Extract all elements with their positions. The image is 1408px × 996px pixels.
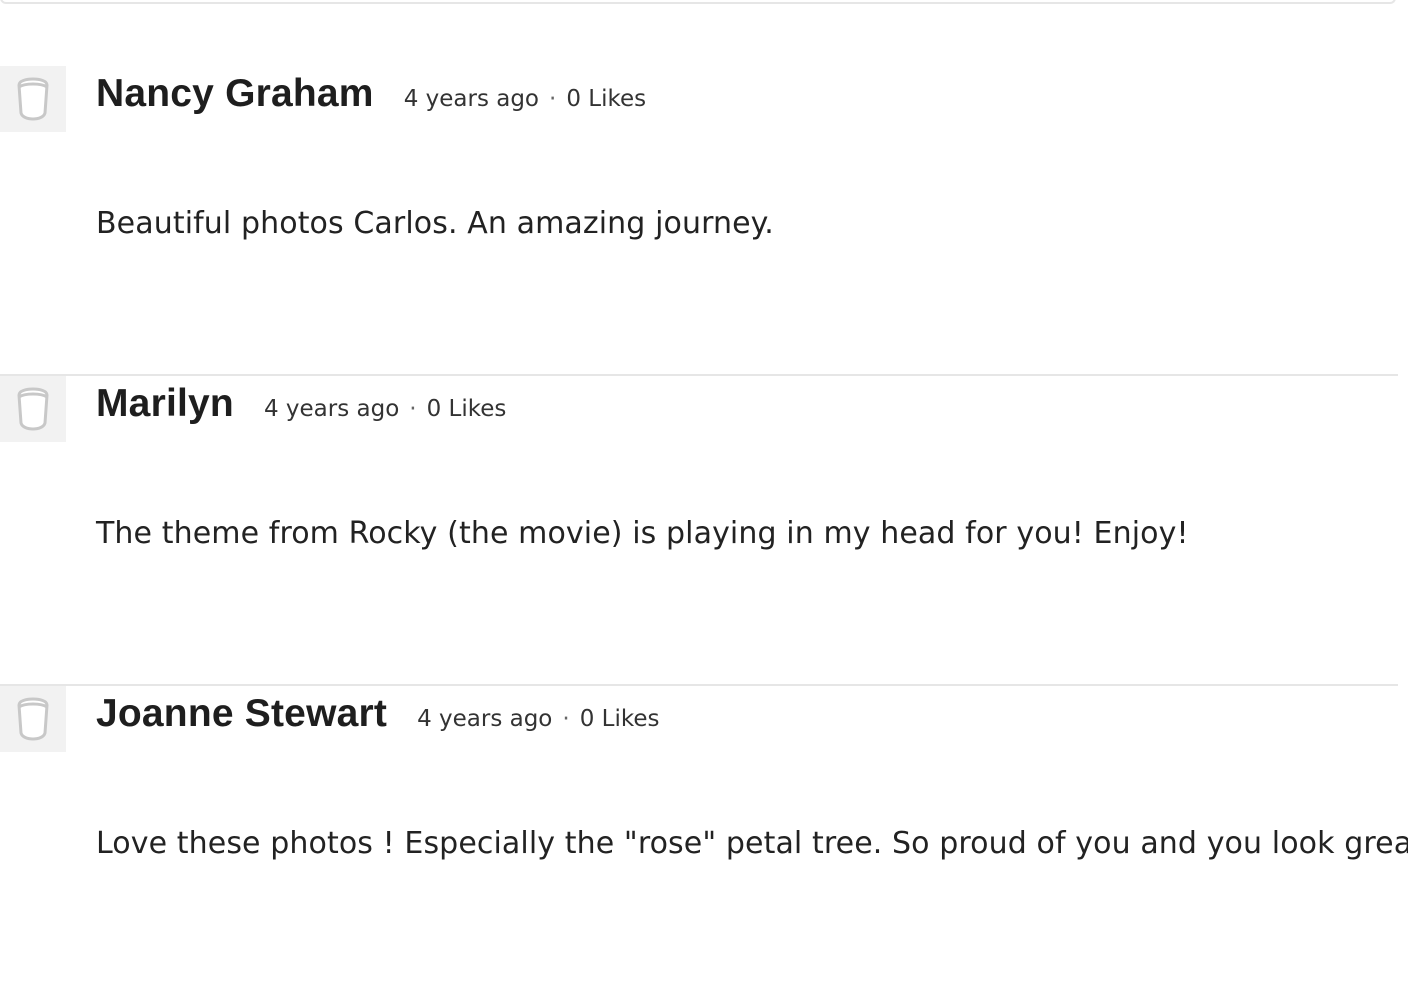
- comment-text: The theme from Rocky (the movie) is play…: [96, 516, 1189, 551]
- comment-meta: 4 years ago · 0 Likes: [417, 706, 659, 732]
- likes-count[interactable]: 0 Likes: [566, 86, 646, 112]
- avatar[interactable]: [0, 66, 66, 132]
- comment-item: Marilyn 4 years ago · 0 Likes The theme …: [0, 376, 1398, 686]
- meta-separator: ·: [409, 396, 417, 422]
- comment-item: Nancy Graham 4 years ago · 0 Likes Beaut…: [0, 66, 1398, 376]
- comment-timestamp[interactable]: 4 years ago: [417, 706, 552, 732]
- previous-section-border: [0, 0, 1396, 4]
- comment-item: Joanne Stewart 4 years ago · 0 Likes Lov…: [0, 686, 1408, 996]
- comment-author[interactable]: Joanne Stewart: [96, 692, 387, 736]
- default-avatar-icon: [17, 387, 49, 431]
- comment-meta: 4 years ago · 0 Likes: [404, 86, 646, 112]
- default-avatar-icon: [17, 77, 49, 121]
- avatar[interactable]: [0, 686, 66, 752]
- meta-separator: ·: [562, 706, 570, 732]
- comment-author[interactable]: Nancy Graham: [96, 72, 374, 116]
- comment-meta: 4 years ago · 0 Likes: [264, 396, 506, 422]
- meta-separator: ·: [549, 86, 557, 112]
- likes-count[interactable]: 0 Likes: [427, 396, 507, 422]
- comment-timestamp[interactable]: 4 years ago: [264, 396, 399, 422]
- comment-timestamp[interactable]: 4 years ago: [404, 86, 539, 112]
- likes-count[interactable]: 0 Likes: [580, 706, 660, 732]
- comment-header: Nancy Graham 4 years ago · 0 Likes: [96, 72, 646, 128]
- comment-text: Love these photos ! Especially the "rose…: [96, 826, 1408, 861]
- comment-header: Marilyn 4 years ago · 0 Likes: [96, 382, 506, 438]
- comment-author[interactable]: Marilyn: [96, 382, 234, 426]
- comment-header: Joanne Stewart 4 years ago · 0 Likes: [96, 692, 659, 748]
- default-avatar-icon: [17, 697, 49, 741]
- avatar[interactable]: [0, 376, 66, 442]
- comment-text: Beautiful photos Carlos. An amazing jour…: [96, 206, 774, 241]
